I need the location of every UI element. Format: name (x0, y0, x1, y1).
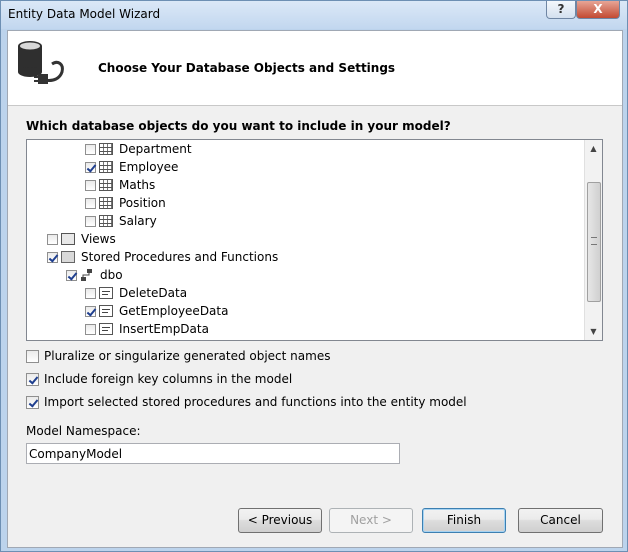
tree-item-salary[interactable]: Salary (85, 212, 157, 230)
table-icon (99, 179, 113, 191)
cancel-button[interactable]: Cancel (518, 508, 603, 533)
tree-item-label: dbo (100, 268, 123, 282)
tree-item-label: GetEmployeeData (119, 304, 229, 318)
page-title: Choose Your Database Objects and Setting… (98, 61, 396, 75)
wizard-body: Choose Your Database Objects and Setting… (7, 30, 623, 548)
checkbox[interactable] (85, 287, 96, 299)
namespace-input[interactable] (26, 443, 400, 464)
table-icon (99, 143, 113, 155)
checkbox[interactable] (47, 233, 58, 245)
tree-item-employee[interactable]: Employee (85, 158, 178, 176)
tree-item-label: Views (81, 232, 116, 246)
checkbox[interactable] (85, 179, 96, 191)
tree-item-label: InsertEmpData (119, 322, 209, 336)
tree-item-label: Employee (119, 160, 179, 174)
next-button[interactable]: Next > (329, 508, 413, 533)
scroll-thumb[interactable] (587, 182, 601, 302)
procedures-icon (61, 251, 75, 263)
import-procs-label: Import selected stored procedures and fu… (44, 395, 467, 409)
grip-icon (591, 237, 597, 245)
checkbox[interactable] (85, 323, 96, 335)
tree-item-label: Salary (119, 214, 157, 228)
tree-item-dbo[interactable]: dbo (66, 266, 123, 284)
foreign-keys-option[interactable]: Include foreign key columns in the model (26, 372, 292, 386)
schema-icon (81, 269, 92, 281)
checkbox[interactable] (85, 197, 96, 209)
foreign-keys-label: Include foreign key columns in the model (44, 372, 293, 386)
tree-item-maths[interactable]: Maths (85, 176, 155, 194)
checkbox[interactable] (66, 269, 77, 281)
tree-item-insertempdata[interactable]: InsertEmpData (85, 320, 209, 338)
tree-item-views[interactable]: Views (47, 230, 116, 248)
database-plug-icon (18, 41, 64, 84)
checkbox[interactable] (85, 143, 96, 155)
stored-procedure-icon (99, 287, 113, 299)
checkbox[interactable] (85, 305, 96, 317)
namespace-label: Model Namespace: (26, 424, 141, 438)
stored-procedure-icon (99, 323, 113, 335)
objects-question: Which database objects do you want to in… (26, 119, 451, 133)
pluralize-label: Pluralize or singularize generated objec… (44, 349, 331, 363)
tree-scrollbar[interactable]: ▲ ▼ (584, 140, 602, 340)
help-button[interactable]: ? (546, 1, 576, 19)
previous-button[interactable]: < Previous (238, 508, 322, 533)
tree-item-label: Department (119, 142, 192, 156)
finish-button[interactable]: Finish (422, 508, 506, 533)
close-button[interactable]: X (576, 1, 620, 19)
tree-item-department[interactable]: Department (85, 140, 192, 158)
pluralize-checkbox[interactable] (26, 349, 39, 363)
wizard-window: Entity Data Model Wizard ? X Choose Your… (0, 0, 628, 552)
checkbox[interactable] (85, 161, 96, 173)
table-icon (99, 197, 113, 209)
tree-item-label: Maths (119, 178, 156, 192)
database-objects-tree[interactable]: Department Employee Maths Position Salar (26, 139, 603, 341)
window-title: Entity Data Model Wizard (8, 7, 161, 21)
table-icon (99, 161, 113, 173)
stored-procedure-icon (99, 305, 113, 317)
tree-item-label: Position (119, 196, 166, 210)
scroll-up-arrow-icon[interactable]: ▲ (585, 140, 602, 157)
pluralize-option[interactable]: Pluralize or singularize generated objec… (26, 349, 330, 363)
tree-item-deletedata[interactable]: DeleteData (85, 284, 187, 302)
tree-item-getemployeedata[interactable]: GetEmployeeData (85, 302, 228, 320)
scroll-down-arrow-icon[interactable]: ▼ (585, 323, 602, 340)
title-bar[interactable]: Entity Data Model Wizard ? X (1, 1, 627, 29)
tree-item-label: Stored Procedures and Functions (81, 250, 279, 264)
import-procs-checkbox[interactable] (26, 395, 39, 409)
tree-item-label: DeleteData (119, 286, 188, 300)
foreign-keys-checkbox[interactable] (26, 372, 39, 386)
table-icon (99, 215, 113, 227)
checkbox[interactable] (47, 251, 58, 263)
import-procs-option[interactable]: Import selected stored procedures and fu… (26, 395, 467, 409)
tree-item-position[interactable]: Position (85, 194, 166, 212)
checkbox[interactable] (85, 215, 96, 227)
wizard-header: Choose Your Database Objects and Setting… (8, 31, 622, 106)
views-icon (61, 233, 75, 245)
tree-item-stored-procedures[interactable]: Stored Procedures and Functions (47, 248, 278, 266)
